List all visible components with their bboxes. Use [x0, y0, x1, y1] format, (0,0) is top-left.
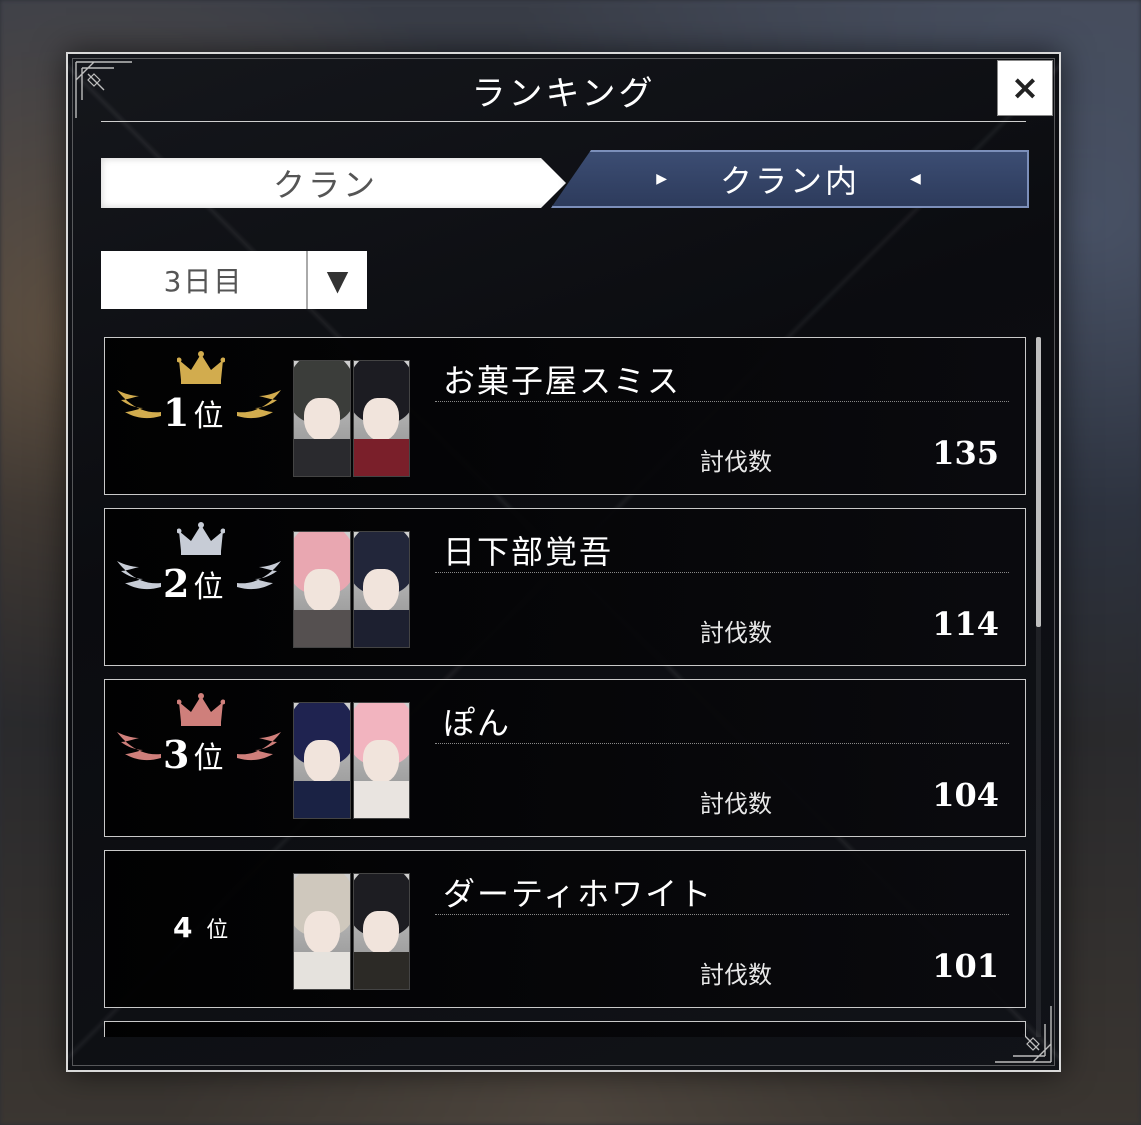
scrollbar-thumb[interactable]: [1036, 337, 1041, 627]
character-portrait: [352, 360, 410, 477]
wing-right-icon: [235, 726, 283, 776]
portrait-pair: [293, 702, 410, 819]
kill-count-value: 104: [932, 776, 999, 814]
tab-clan[interactable]: クラン: [101, 158, 566, 208]
name-divider: [435, 572, 1009, 573]
title-divider: [101, 121, 1026, 122]
portrait-pair: [293, 531, 410, 648]
kill-count-label: 討伐数: [700, 448, 772, 476]
player-name: 日下部覚吾: [443, 533, 614, 571]
ranking-list: 1位 お菓子屋スミス 討伐数 135 2位 日下部覚吾 討伐数 114 3 位 …: [104, 337, 1026, 1037]
ranking-tabs: クラン ▶ クラン内 ◀: [101, 150, 1029, 210]
day-select-value: 3日目: [101, 251, 308, 309]
kill-count-value: 101: [932, 947, 999, 985]
rank-number: 1位: [163, 390, 223, 435]
wing-right-icon: [235, 555, 283, 605]
scrollbar[interactable]: [1036, 337, 1041, 1037]
ranking-row[interactable]: 1位 お菓子屋スミス 討伐数 135: [104, 337, 1026, 495]
character-portrait: [293, 531, 351, 648]
rank-number: 4 位: [173, 911, 228, 944]
day-select[interactable]: 3日目 ▼: [101, 251, 367, 309]
tab-clan-label: クラン: [272, 166, 378, 204]
wing-right-icon: [235, 384, 283, 434]
character-portrait: [293, 702, 351, 819]
character-portrait: [352, 873, 410, 990]
ranking-dialog: ランキング × クラン ▶ クラン内 ◀ 3日目 ▼ 1位 お菓子屋スミス 討伐…: [66, 52, 1061, 1072]
rank-value: 2: [163, 561, 190, 606]
rank-suffix: 位: [206, 918, 229, 943]
kill-count-label: 討伐数: [700, 961, 772, 989]
rank-suffix: 位: [193, 570, 224, 605]
rank-badge: 3位: [105, 680, 293, 836]
wing-left-icon: [115, 555, 163, 605]
wing-left-icon: [115, 384, 163, 434]
rank-badge: 1位: [105, 338, 293, 494]
dropdown-caret-icon[interactable]: ▼: [308, 251, 367, 309]
tab-in-clan-label: クラン内: [719, 162, 860, 200]
triangle-right-icon: ▶: [656, 171, 670, 187]
ranking-row[interactable]: 2位 日下部覚吾 討伐数 114: [104, 508, 1026, 666]
name-divider: [435, 401, 1009, 402]
kill-count-value: 114: [932, 605, 999, 643]
character-portrait: [352, 531, 410, 648]
crown-icon: [176, 521, 226, 559]
rank-value: 3: [163, 732, 190, 777]
ranking-row[interactable]: 4 位 ダーティホワイト 討伐数 101: [104, 850, 1026, 1008]
rank-value: 4: [173, 911, 193, 944]
ranking-row[interactable]: [104, 1021, 1026, 1037]
portrait-pair: [293, 360, 410, 477]
name-divider: [435, 914, 1009, 915]
player-name: ぽん: [443, 704, 512, 742]
ranking-row[interactable]: 3位 ぽん 討伐数 104: [104, 679, 1026, 837]
character-portrait: [293, 873, 351, 990]
name-divider: [435, 743, 1009, 744]
kill-count-value: 135: [932, 434, 999, 472]
character-portrait: [352, 702, 410, 819]
rank-number: 2位: [163, 561, 223, 606]
dialog-title: ランキング: [471, 74, 656, 114]
player-name: お菓子屋スミス: [443, 362, 682, 400]
tab-in-clan[interactable]: ▶ クラン内 ◀: [551, 150, 1029, 208]
wing-left-icon: [115, 726, 163, 776]
triangle-left-icon: ◀: [910, 171, 924, 187]
portrait-pair: [293, 873, 410, 990]
rank-suffix: 位: [193, 741, 224, 776]
crown-icon: [176, 692, 226, 730]
rank-badge: 4 位: [105, 851, 293, 1007]
kill-count-label: 討伐数: [700, 790, 772, 818]
kill-count-label: 討伐数: [700, 619, 772, 647]
rank-value: 1: [163, 390, 190, 435]
close-button[interactable]: ×: [997, 60, 1053, 116]
player-name: ダーティホワイト: [443, 875, 714, 913]
rank-badge: 2位: [105, 509, 293, 665]
crown-icon: [176, 350, 226, 388]
character-portrait: [293, 360, 351, 477]
rank-suffix: 位: [193, 399, 224, 434]
rank-number: 3位: [163, 732, 223, 777]
